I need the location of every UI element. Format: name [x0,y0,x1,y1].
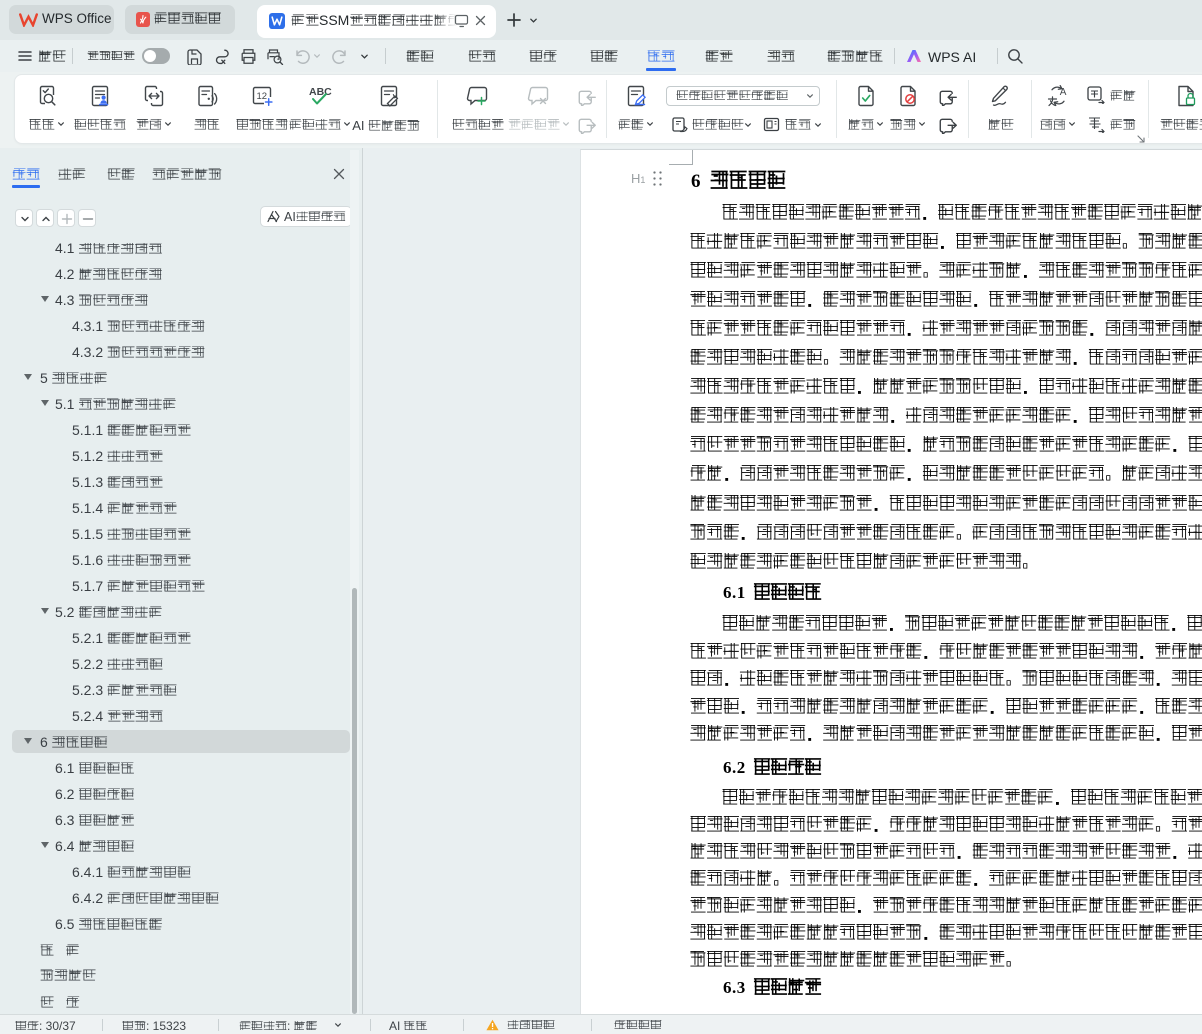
svg-text:12: 12 [257,91,268,102]
svg-text:ABC: ABC [309,86,332,98]
